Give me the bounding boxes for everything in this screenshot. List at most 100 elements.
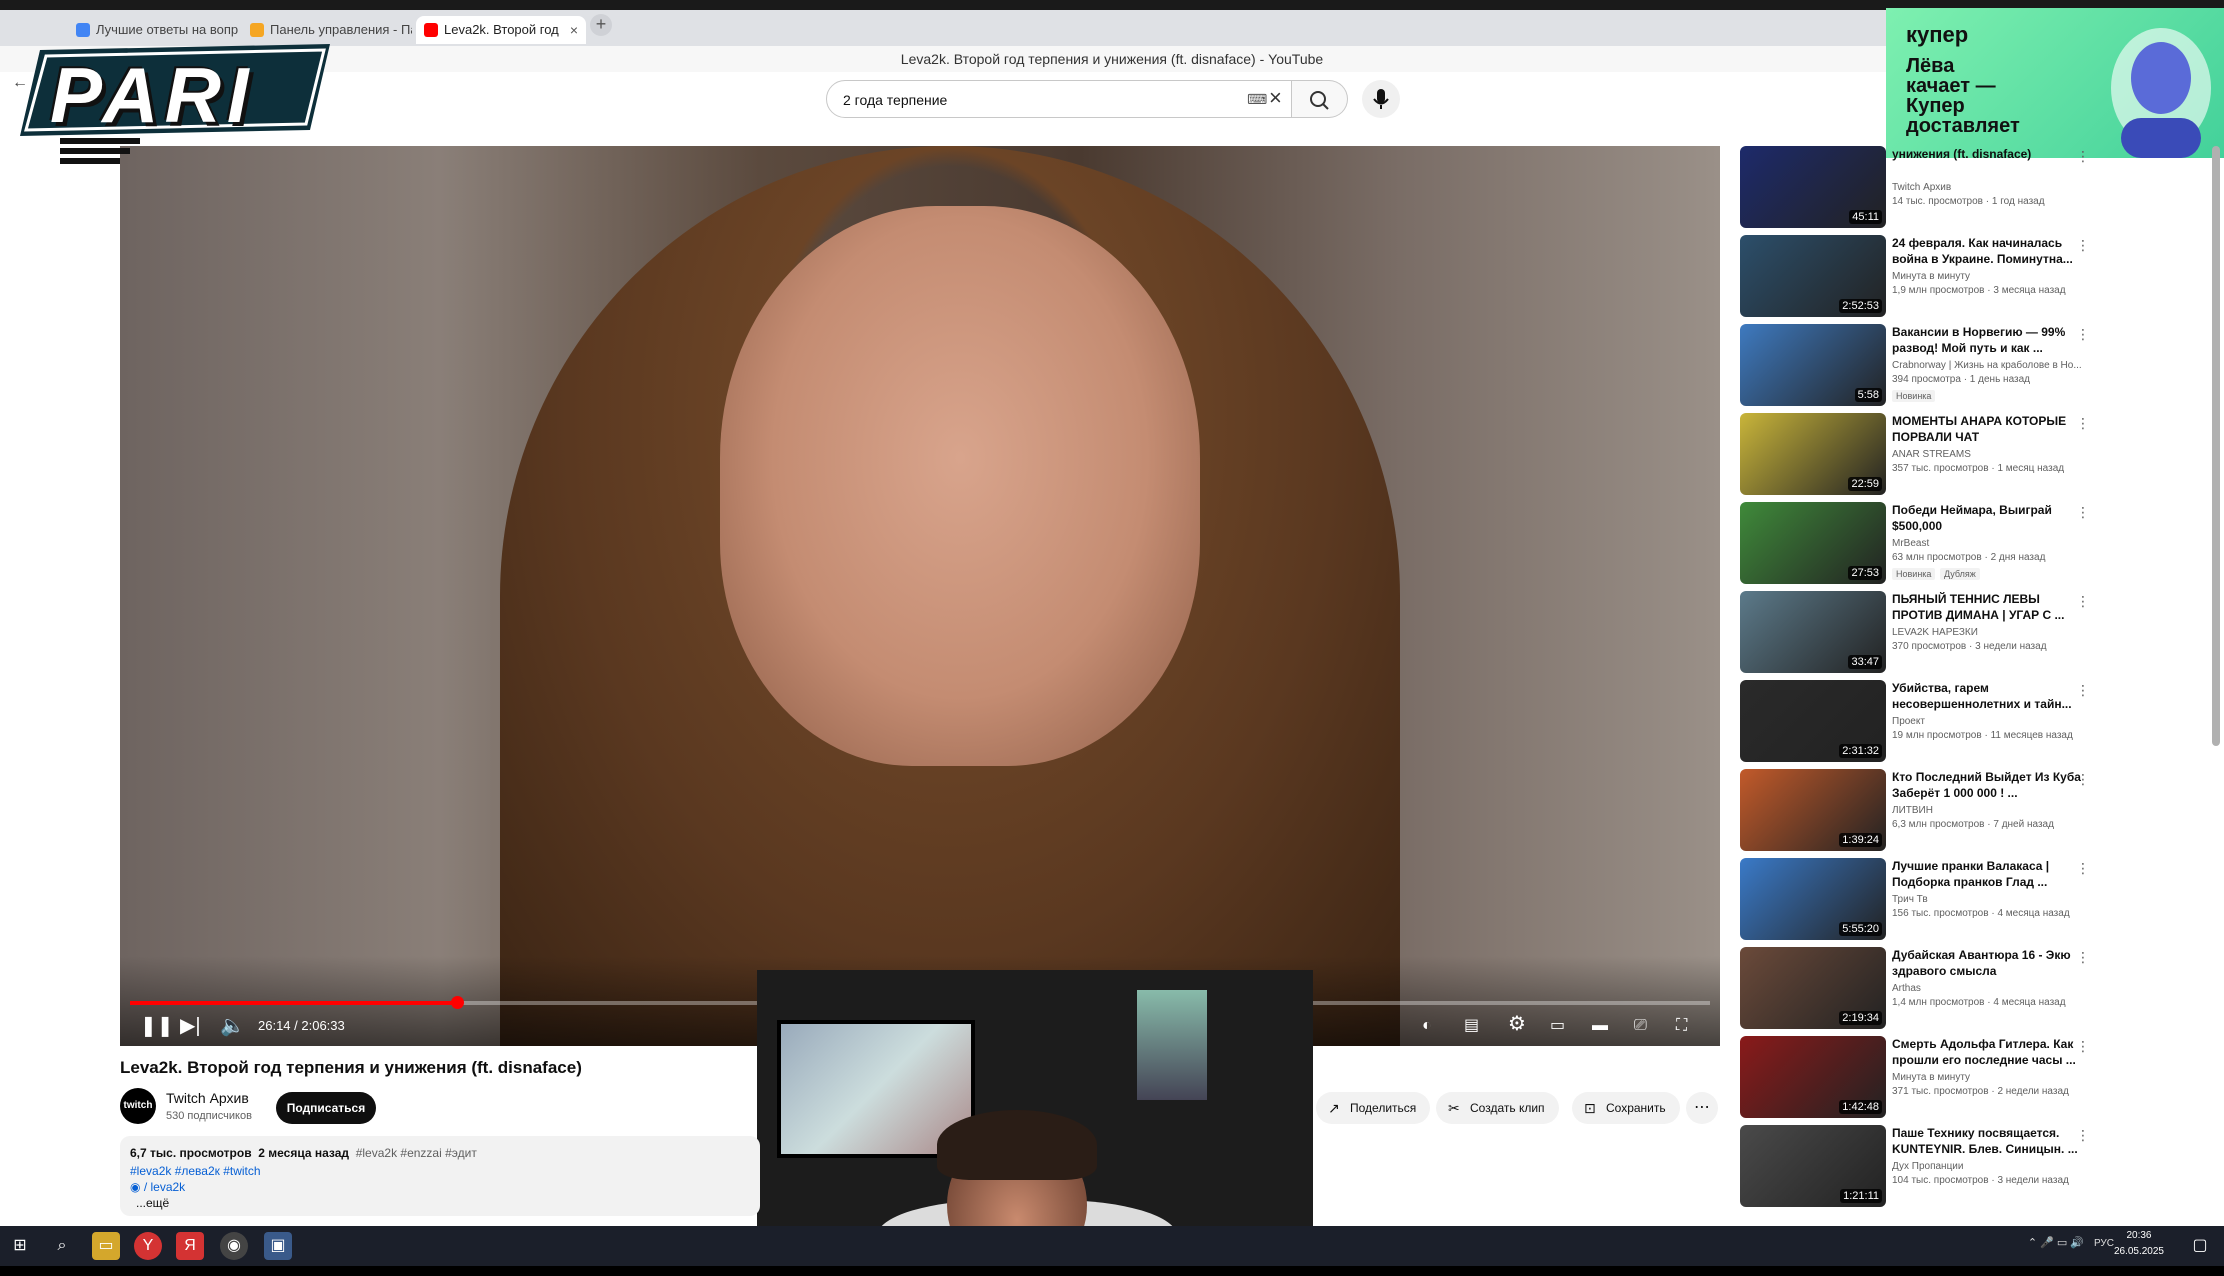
recommended-title[interactable]: Паше Технику посвящается. KUNTEYNIR. Бле… bbox=[1892, 1125, 2087, 1157]
recommended-title[interactable]: Победи Неймара, Выиграй $500,000 bbox=[1892, 502, 2087, 534]
video-thumbnail[interactable]: 1:21:11 bbox=[1740, 1125, 1886, 1207]
channel-avatar[interactable]: twitch bbox=[120, 1088, 156, 1124]
tab-youtube[interactable]: Leva2k. Второй год × bbox=[416, 16, 586, 44]
taskbar-search-icon[interactable]: ⌕ bbox=[48, 1232, 76, 1260]
recommended-channel[interactable]: Минута в минуту bbox=[1892, 1072, 1970, 1083]
autoplay-toggle-icon[interactable]: ◐ bbox=[1422, 1016, 1432, 1036]
clear-search-icon[interactable]: × bbox=[1269, 85, 1282, 111]
system-tray-icons[interactable]: ⌃ 🎤 ▭ 🔊 bbox=[2028, 1236, 2084, 1249]
recommended-video[interactable]: 33:47 ПЬЯНЫЙ ТЕННИС ЛЕВЫ ПРОТИВ ДИМАНА | … bbox=[1740, 591, 2200, 675]
recommended-video[interactable]: 27:53 Победи Неймара, Выиграй $500,000 MrB… bbox=[1740, 502, 2200, 586]
recommended-channel[interactable]: ANAR STREAMS bbox=[1892, 449, 1971, 460]
video-thumbnail[interactable]: 1:39:24 bbox=[1740, 769, 1886, 851]
yandex-browser-icon[interactable]: Y bbox=[134, 1232, 162, 1260]
video-thumbnail[interactable]: 27:53 bbox=[1740, 502, 1886, 584]
yandex-app-icon[interactable]: Я bbox=[176, 1232, 204, 1260]
search-box[interactable]: ⌨ × bbox=[826, 80, 1292, 118]
recommended-video[interactable]: 1:39:24 Кто Последний Выйдет Из Куба Забе… bbox=[1740, 769, 2200, 853]
cast-icon[interactable]: ⎚ bbox=[1634, 1016, 1647, 1036]
recommended-channel[interactable]: LEVA2K НАРЕЗКИ bbox=[1892, 627, 1978, 638]
recommended-title[interactable]: МОМЕНТЫ АНАРА КОТОРЫЕ ПОРВАЛИ ЧАТ bbox=[1892, 413, 2087, 445]
recommended-video[interactable]: 22:59 МОМЕНТЫ АНАРА КОТОРЫЕ ПОРВАЛИ ЧАТ AN… bbox=[1740, 413, 2200, 497]
recommended-video[interactable]: 5:55:20 Лучшие пранки Валакаса | Подборка… bbox=[1740, 858, 2200, 942]
recommended-video[interactable]: 2:31:32 Убийства, гарем несовершеннолетни… bbox=[1740, 680, 2200, 764]
channel-name[interactable]: Twitch Архив bbox=[166, 1090, 249, 1106]
more-options-icon[interactable]: ⋮ bbox=[2076, 593, 2090, 610]
page-scrollbar[interactable] bbox=[2212, 146, 2220, 746]
recommended-channel[interactable]: Arthas bbox=[1892, 983, 1921, 994]
recommended-title[interactable]: Лучшие пранки Валакаса | Подборка пранко… bbox=[1892, 858, 2087, 890]
close-tab-icon[interactable]: × bbox=[570, 16, 578, 44]
more-options-icon[interactable]: ⋮ bbox=[2076, 1127, 2090, 1144]
more-options-icon[interactable]: ⋮ bbox=[2076, 682, 2090, 699]
new-tab-button[interactable]: + bbox=[590, 14, 612, 36]
more-options-icon[interactable]: ⋮ bbox=[2076, 237, 2090, 254]
more-options-icon[interactable]: ⋮ bbox=[2076, 415, 2090, 432]
recommended-channel[interactable]: ЛИТВИН bbox=[1892, 805, 1933, 816]
recommended-video[interactable]: 45:11 унижения (ft. disnaface) Twitch Архи… bbox=[1740, 146, 2200, 230]
recommended-channel[interactable]: Проект bbox=[1892, 716, 1925, 727]
recommended-video[interactable]: 1:21:11 Паше Технику посвящается. KUNTEYN… bbox=[1740, 1125, 2200, 1209]
save-button[interactable]: ⊡ Сохранить bbox=[1572, 1092, 1680, 1124]
volume-icon[interactable]: 🔈 bbox=[220, 1016, 245, 1036]
more-options-icon[interactable]: ⋮ bbox=[2076, 504, 2090, 521]
recommended-title[interactable]: Дубайская Авантюра 16 - Экю здравого смы… bbox=[1892, 947, 2087, 979]
recommended-title[interactable]: Убийства, гарем несовершеннолетних и тай… bbox=[1892, 680, 2087, 712]
recommended-channel[interactable]: MrBeast bbox=[1892, 538, 1929, 549]
video-thumbnail[interactable]: 22:59 bbox=[1740, 413, 1886, 495]
file-explorer-icon[interactable]: ▭ bbox=[92, 1232, 120, 1260]
recommended-channel[interactable]: Трич Тв bbox=[1892, 894, 1928, 905]
subtitles-icon[interactable]: ▤ bbox=[1464, 1016, 1479, 1036]
keyboard-icon[interactable]: ⌨ bbox=[1247, 91, 1267, 108]
taskbar-clock[interactable]: 20:36 26.05.2025 bbox=[2114, 1228, 2164, 1260]
show-more-link[interactable]: ...ещё bbox=[136, 1196, 169, 1210]
settings-gear-icon[interactable]: ⚙ bbox=[1508, 1014, 1526, 1034]
recommended-title[interactable]: ПЬЯНЫЙ ТЕННИС ЛЕВЫ ПРОТИВ ДИМАНА | УГАР … bbox=[1892, 591, 2087, 623]
theater-mode-icon[interactable]: ▬ bbox=[1592, 1016, 1608, 1036]
miniplayer-icon[interactable]: ▭ bbox=[1550, 1016, 1565, 1036]
video-player[interactable]: ❚❚ ▶| 🔈 26:14 / 2:06:33 ◐ ▤ ⚙ ▭ ▬ ⎚ ⛶ bbox=[120, 146, 1720, 1046]
video-thumbnail[interactable]: 2:52:53 bbox=[1740, 235, 1886, 317]
subscribe-button[interactable]: Подписаться bbox=[276, 1092, 376, 1124]
more-options-icon[interactable]: ⋮ bbox=[2076, 1038, 2090, 1055]
recommended-channel[interactable]: Twitch Архив bbox=[1892, 182, 1951, 193]
recommended-video[interactable]: 2:19:34 Дубайская Авантюра 16 - Экю здрав… bbox=[1740, 947, 2200, 1031]
recommended-channel[interactable]: Crabnorway | Жизнь на краболове в Но... bbox=[1892, 360, 2082, 371]
share-button[interactable]: ↗ Поделиться bbox=[1316, 1092, 1431, 1124]
video-thumbnail[interactable]: 45:11 bbox=[1740, 146, 1886, 228]
recommended-channel[interactable]: Дух Пропанции bbox=[1892, 1161, 1963, 1172]
more-options-icon[interactable]: ⋮ bbox=[2076, 860, 2090, 877]
video-thumbnail[interactable]: 2:31:32 bbox=[1740, 680, 1886, 762]
more-options-icon[interactable]: ⋮ bbox=[2076, 949, 2090, 966]
recommended-video[interactable]: 5:58 Вакансии в Норвегию — 99% развод! Мо… bbox=[1740, 324, 2200, 408]
pause-icon[interactable]: ❚❚ bbox=[140, 1016, 174, 1036]
search-button[interactable] bbox=[1292, 80, 1348, 118]
video-thumbnail[interactable]: 5:58 bbox=[1740, 324, 1886, 406]
video-thumbnail[interactable]: 2:19:34 bbox=[1740, 947, 1886, 1029]
window-app-icon[interactable]: ▣ bbox=[264, 1232, 292, 1260]
recommended-video[interactable]: 1:42:48 Смерть Адольфа Гитлера. Как прошл… bbox=[1740, 1036, 2200, 1120]
video-thumbnail[interactable]: 5:55:20 bbox=[1740, 858, 1886, 940]
recommended-channel[interactable]: Минута в минуту bbox=[1892, 271, 1970, 282]
video-description[interactable]: 6,7 тыс. просмотров 2 месяца назад #leva… bbox=[120, 1136, 760, 1216]
recommended-title[interactable]: унижения (ft. disnaface) bbox=[1892, 146, 2087, 162]
description-tags[interactable]: #leva2k #лева2к #twitch bbox=[130, 1164, 261, 1178]
video-thumbnail[interactable]: 33:47 bbox=[1740, 591, 1886, 673]
recommended-video[interactable]: 2:52:53 24 февраля. Как начиналась война … bbox=[1740, 235, 2200, 319]
keyboard-language[interactable]: РУС bbox=[2094, 1238, 2114, 1249]
notifications-icon[interactable]: ▢ bbox=[2186, 1232, 2214, 1260]
voice-search-button[interactable] bbox=[1362, 80, 1400, 118]
obs-icon[interactable]: ◉ bbox=[220, 1232, 248, 1260]
progress-scrubber[interactable] bbox=[451, 996, 465, 1009]
more-actions-icon[interactable]: ⋯ bbox=[1686, 1092, 1718, 1124]
more-options-icon[interactable]: ⋮ bbox=[2076, 771, 2090, 788]
recommended-title[interactable]: Вакансии в Норвегию — 99% развод! Мой пу… bbox=[1892, 324, 2087, 356]
fullscreen-icon[interactable]: ⛶ bbox=[1676, 1016, 1687, 1036]
video-thumbnail[interactable]: 1:42:48 bbox=[1740, 1036, 1886, 1118]
more-options-icon[interactable]: ⋮ bbox=[2076, 148, 2090, 165]
recommended-title[interactable]: Кто Последний Выйдет Из Куба Заберёт 1 0… bbox=[1892, 769, 2087, 801]
clip-button[interactable]: ✂ Создать клип bbox=[1436, 1092, 1559, 1124]
windows-start-icon[interactable]: ⊞ bbox=[6, 1232, 34, 1260]
more-options-icon[interactable]: ⋮ bbox=[2076, 326, 2090, 343]
next-icon[interactable]: ▶| bbox=[180, 1016, 201, 1036]
